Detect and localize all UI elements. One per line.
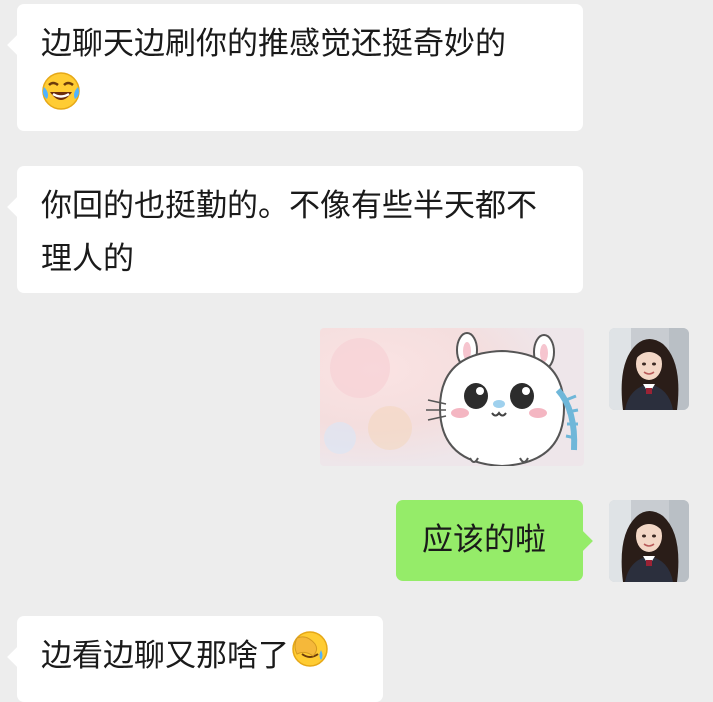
user-avatar[interactable] xyxy=(609,328,689,410)
message-bubble-incoming[interactable]: 边看边聊又那啥了 xyxy=(7,616,383,702)
message-bubble-outgoing[interactable]: 应该的啦 xyxy=(396,500,593,581)
message-text-content: 边聊天边刷你的推感觉还挺奇妙的 xyxy=(41,26,506,62)
bubble-tail xyxy=(7,35,27,55)
user-avatar[interactable] xyxy=(609,500,689,582)
message-text: 你回的也挺勤的。不像有些半天都不理人的 xyxy=(41,188,537,277)
message-bubble-incoming[interactable]: 你回的也挺勤的。不像有些半天都不理人的 xyxy=(7,166,583,293)
message-bubble-incoming[interactable]: 边聊天边刷你的推感觉还挺奇妙的 xyxy=(7,4,583,131)
white-hamster-sticker[interactable] xyxy=(320,328,584,466)
message-text: 边看边聊又那啥了 xyxy=(41,630,383,685)
message-text: 应该的啦 xyxy=(422,522,546,558)
message-text-content: 边看边聊又那啥了 xyxy=(41,638,289,674)
face-palm-icon xyxy=(291,630,329,685)
bubble-tail xyxy=(7,197,27,217)
message-text: 边聊天边刷你的推感觉还挺奇妙的 xyxy=(41,18,561,128)
face-with-tears-of-joy-icon xyxy=(41,71,81,128)
bubble-tail xyxy=(7,647,27,667)
